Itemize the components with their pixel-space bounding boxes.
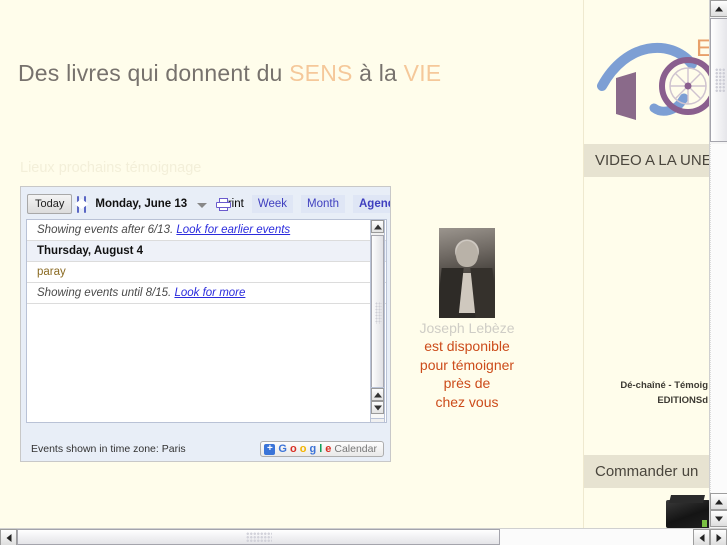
avatar [439,228,495,318]
vertical-scrollbar-thumb[interactable] [710,18,727,142]
calendar-footer: Events shown in time zone: Paris + Googl… [21,437,390,461]
svg-text:E: E [696,35,709,62]
promo-line-4: chez vous [435,393,499,410]
today-button[interactable]: Today [27,194,73,214]
agenda-note-until: Showing events until 8/15. Look for more [27,283,386,304]
agenda-scrollbar-buttons[interactable] [370,387,385,419]
book-caption: Dé-chaîné - Témoig EDITIONSd [584,378,709,408]
vertical-scrollbar-buttons[interactable] [710,493,727,528]
look-for-earlier-events-link[interactable]: Look for earlier events [176,224,290,236]
calendar-toolbar: Today Monday, June 13 Print Week Month A… [21,187,390,217]
agenda-list: Showing events after 6/13. Look for earl… [26,219,387,423]
promo-line-1: est disponible [424,338,510,354]
scroll-down-arrow-icon[interactable] [371,401,384,414]
promo-line-2: pour témoigner [419,356,515,373]
chevron-right-icon[interactable] [84,195,87,213]
panel-title-video: VIDEO A LA UNE [584,144,709,177]
tagline-part1: Des livres qui donnent du [18,60,290,86]
book-cover-thumbnail[interactable] [666,500,709,528]
page-viewport: Des livres qui donnent du SENS à la VIE … [0,0,709,528]
publisher-logo[interactable]: E [592,16,709,126]
horizontal-scrollbar-corner-buttons[interactable] [693,529,727,545]
agenda-empty-space [27,304,386,422]
google-logo-g: G [278,443,287,455]
scroll-right-arrow-icon[interactable] [710,529,727,545]
agenda-note-earlier: Showing events after 6/13. Look for earl… [27,220,386,241]
promo-line-3: près de [443,375,491,391]
vertical-scrollbar[interactable] [709,0,727,528]
google-logo-o1: o [289,443,297,455]
horizontal-scrollbar-thumb[interactable] [17,529,500,545]
agenda-scrollbar-thumb[interactable] [371,235,384,390]
tagline-part2: à la [352,60,404,86]
right-sidebar: E VIDEO A LA UNE Dé-chaîné - Témoig EDIT… [583,0,709,528]
site-tagline: Des livres qui donnent du SENS à la VIE [18,60,441,87]
badge-calendar-label: Calendar [334,443,377,455]
google-logo-e: e [325,443,332,455]
scroll-left-arrow-icon[interactable] [0,529,17,545]
promo-person-name: Joseph Lebèze [419,320,515,336]
look-for-more-link[interactable]: Look for more [174,287,245,299]
agenda-day-header: Thursday, August 4 [27,241,386,262]
horizontal-scrollbar[interactable] [0,528,727,545]
agenda-note-text-2: Showing events until 8/15. [37,287,175,299]
google-calendar-badge[interactable]: + Google Calendar [260,441,384,457]
google-calendar-embed[interactable]: Today Monday, June 13 Print Week Month A… [20,186,391,462]
scroll-up-arrow-icon[interactable] [371,220,384,233]
google-logo-g2: g [309,443,317,455]
agenda-event-item[interactable]: paray [27,262,386,283]
view-tab-month[interactable]: Month [301,195,345,213]
section-heading: Lieux prochains témoignage [20,160,202,176]
horizontal-scrollbar-track[interactable] [500,529,693,545]
calendar-current-date: Monday, June 13 [95,198,188,210]
timezone-text: Events shown in time zone: Paris [31,443,186,455]
chevron-left-icon[interactable] [77,195,80,213]
panel-title-order: Commander un [584,455,709,488]
view-tab-week[interactable]: Week [251,195,294,213]
scroll-left-arrow-icon-2[interactable] [693,529,710,545]
view-tab-agenda[interactable]: Agenda [353,195,390,213]
scroll-up-arrow-icon-2[interactable] [371,388,384,401]
book-caption-line-2: EDITIONSd [657,395,708,406]
scroll-up-arrow-icon[interactable] [710,0,727,17]
google-logo-o2: o [299,443,307,455]
vertical-scrollbar-track[interactable] [710,144,727,493]
agenda-note-text: Showing events after 6/13. [37,224,177,236]
browser-page: Des livres qui donnent du SENS à la VIE … [0,0,727,545]
promo-block: Joseph Lebèze est disponible pour témoig… [408,228,526,411]
plus-icon[interactable]: + [264,443,276,455]
scroll-down-arrow-icon[interactable] [710,510,727,527]
tagline-highlight-vie: VIE [403,60,442,86]
tagline-highlight-sens: SENS [289,60,353,86]
scroll-up-arrow-icon-2[interactable] [710,493,727,510]
google-logo-l: l [319,443,323,455]
book-caption-line-1: Dé-chaîné - Témoig [620,380,708,391]
caret-down-icon[interactable] [197,203,208,208]
